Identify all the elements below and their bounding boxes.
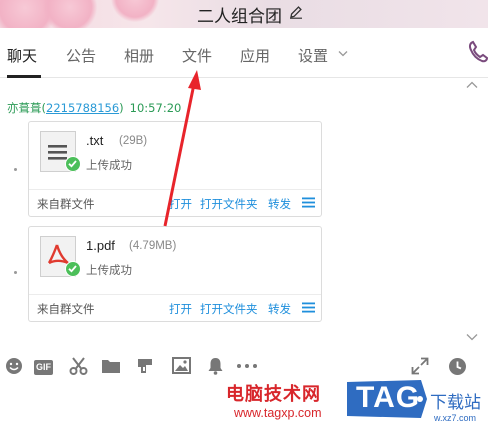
- emoji-icon[interactable]: [5, 357, 23, 375]
- gif-icon[interactable]: GIF: [34, 360, 53, 375]
- image-icon[interactable]: [172, 357, 191, 374]
- more-icon[interactable]: [236, 357, 258, 375]
- watermark-side-url: w.xz7.com: [434, 413, 477, 423]
- music-icon[interactable]: [136, 357, 154, 375]
- bell-icon[interactable]: [207, 357, 224, 375]
- watermark-side-text: 下载站: [430, 393, 481, 413]
- history-clock-icon[interactable]: [448, 357, 467, 376]
- folder-icon[interactable]: [101, 357, 121, 374]
- watermark-logo-text: TAG: [356, 381, 421, 414]
- watermark-site-name: 电脑技术网: [226, 384, 321, 405]
- watermark-site-url: www.tagxp.com: [234, 406, 322, 420]
- expand-input-icon[interactable]: [411, 357, 429, 375]
- scissors-icon[interactable]: [69, 357, 88, 376]
